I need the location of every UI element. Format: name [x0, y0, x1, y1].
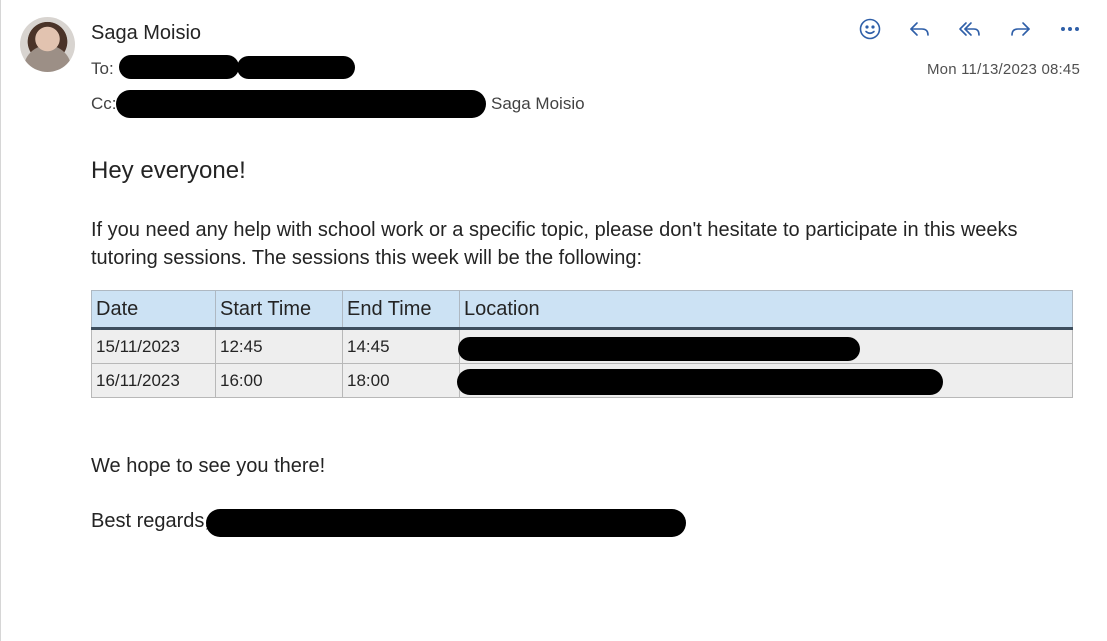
- redacted-location: [457, 369, 943, 395]
- header-date: Date: [91, 290, 216, 330]
- sessions-table: Date Start Time End Time Location 15/11/…: [91, 290, 1073, 398]
- greeting-text: Hey everyone!: [91, 157, 246, 184]
- header-end-time: End Time: [342, 290, 460, 330]
- redacted-to-recipient: [119, 55, 239, 79]
- intro-paragraph: If you need any help with school work or…: [91, 219, 1018, 269]
- forward-button[interactable]: [1005, 16, 1035, 42]
- closing-text: We hope to see you there!: [91, 455, 326, 477]
- reply-button[interactable]: [905, 16, 935, 42]
- header-start-time: Start Time: [215, 290, 343, 330]
- cell-date: 15/11/2023: [91, 328, 216, 364]
- cell-start-time: 12:45: [215, 328, 343, 364]
- redacted-to-recipient: [237, 56, 355, 79]
- cell-start-time: 16:00: [215, 363, 343, 398]
- redacted-signature: [206, 509, 686, 537]
- more-icon: [1060, 27, 1079, 32]
- cell-end-time: 14:45: [342, 328, 460, 364]
- emoji-icon: [859, 18, 881, 40]
- table-header-row: Date Start Time End Time Location: [91, 290, 1073, 330]
- sender-name[interactable]: Saga Moisio: [91, 22, 201, 45]
- to-label: To:: [91, 59, 114, 78]
- cc-recipient-name[interactable]: Saga Moisio: [491, 94, 585, 114]
- reply-all-icon: [959, 22, 980, 36]
- redacted-location: [458, 337, 860, 361]
- cc-label: Cc:: [91, 94, 117, 113]
- more-options-button[interactable]: [1055, 16, 1085, 42]
- header-location: Location: [459, 290, 1073, 330]
- table-row: 16/11/2023 16:00 18:00: [91, 363, 1073, 398]
- cell-date: 16/11/2023: [91, 363, 216, 398]
- message-date: Mon 11/13/2023 08:45: [926, 61, 1080, 78]
- message-actions: [855, 16, 1085, 42]
- cell-location: [458, 328, 1073, 364]
- signoff-text: Best regards,: [91, 510, 210, 532]
- sender-avatar[interactable]: [20, 17, 75, 72]
- reply-icon: [910, 22, 929, 36]
- cell-location: [457, 363, 1073, 398]
- table-row: 15/11/2023 12:45 14:45: [91, 328, 1073, 364]
- redacted-cc-recipients: [116, 90, 486, 118]
- reply-all-button[interactable]: [955, 16, 985, 42]
- cell-end-time: 18:00: [342, 363, 460, 398]
- emoji-reaction-button[interactable]: [855, 16, 885, 42]
- forward-icon: [1011, 22, 1030, 36]
